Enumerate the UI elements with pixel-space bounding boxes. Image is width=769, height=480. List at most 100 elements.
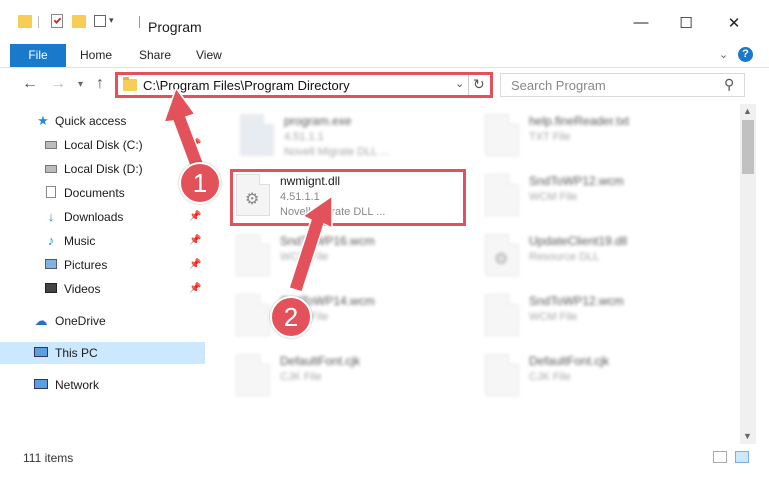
wcm-file-icon (236, 234, 270, 276)
sidebar-item-quick-access[interactable]: ★ Quick access (0, 110, 205, 132)
search-box[interactable]: Search Program ⚲ (500, 73, 745, 97)
sidebar-item-label: This PC (55, 346, 98, 360)
item-count: 111 items (23, 451, 74, 465)
navigation-pane: ★ Quick access Local Disk (C:) 📌 Local D… (0, 104, 205, 444)
file-name: SndToWP12.wcm (529, 294, 624, 308)
maximize-button[interactable]: ☐ (666, 14, 706, 36)
file-item[interactable]: program.exe 4.51.1.1 Novell Migrate DLL … (236, 108, 476, 164)
file-type: WCM File (529, 191, 578, 203)
wcm-file-icon (485, 294, 519, 336)
tiles-view-icon[interactable] (735, 451, 749, 463)
sidebar-item-onedrive[interactable]: ☁ OneDrive (0, 310, 205, 332)
search-icon[interactable]: ⚲ (724, 76, 734, 93)
navigation-bar: ← → ▾ ↑ C:\Program Files\Program Directo… (0, 68, 769, 102)
sidebar-item-label: Quick access (55, 114, 127, 128)
properties-icon[interactable] (51, 13, 65, 29)
file-item[interactable]: SndToWP16.wcm WCM File (232, 228, 472, 284)
file-name: SndToWP12.wcm (529, 174, 624, 188)
minimize-button[interactable]: — (621, 14, 661, 36)
title-bar: ▾ Program — ☐ ✕ (0, 0, 769, 40)
pin-icon[interactable]: 📌 (189, 283, 201, 294)
sidebar-item-this-pc[interactable]: This PC (0, 342, 205, 364)
expand-ribbon-icon[interactable]: ⌄ (719, 48, 728, 61)
file-item[interactable]: help.fineReader.txt TXT File (481, 108, 721, 164)
documents-icon (44, 186, 58, 200)
file-type: TXT File (529, 131, 571, 143)
sidebar-item-documents[interactable]: Documents (0, 182, 205, 204)
sidebar-item-downloads[interactable]: ↓ Downloads 📌 (0, 206, 205, 228)
sidebar-item-label: Local Disk (D:) (64, 162, 143, 176)
step-marker-1: 1 (179, 162, 221, 204)
txt-file-icon (485, 114, 519, 156)
scroll-down-icon[interactable]: ▼ (743, 431, 752, 441)
sidebar-item-label: Downloads (64, 210, 124, 224)
pin-icon[interactable]: 📌 (189, 235, 201, 246)
up-arrow-icon[interactable]: ↑ (96, 75, 104, 93)
file-version: 4.51.1.1 (284, 131, 324, 143)
sidebar-item-label: Pictures (64, 258, 108, 272)
forward-arrow-icon[interactable]: → (50, 75, 66, 93)
qa-divider (38, 16, 39, 28)
file-item[interactable]: SndToWP12.wcm WCM File (481, 168, 721, 224)
help-icon[interactable]: ? (738, 47, 753, 62)
file-type: Resource DLL (529, 251, 600, 263)
cloud-icon: ☁ (34, 313, 48, 328)
sidebar-item-videos[interactable]: Videos 📌 (0, 278, 205, 300)
folder-icon (123, 77, 137, 91)
new-folder-icon[interactable] (72, 13, 86, 29)
file-description: Novell Migrate DLL ... (284, 146, 390, 158)
file-highlight-box (230, 169, 466, 226)
details-view-icon[interactable] (713, 451, 727, 463)
sidebar-item-pictures[interactable]: Pictures 📌 (0, 254, 205, 276)
star-icon: ★ (37, 113, 49, 128)
window-title: Program (148, 19, 202, 35)
file-list: program.exe 4.51.1.1 Novell Migrate DLL … (205, 104, 740, 444)
sidebar-item-music[interactable]: ♪ Music 📌 (0, 230, 205, 252)
pin-icon[interactable]: 📌 (189, 211, 201, 222)
back-arrow-icon[interactable]: ← (22, 75, 38, 93)
sidebar-item-label: Local Disk (C:) (64, 138, 143, 152)
tab-share[interactable]: Share (139, 48, 171, 62)
sidebar-item-local-disk-d[interactable]: Local Disk (D:) (0, 158, 205, 180)
exe-file-icon (240, 114, 274, 156)
search-input[interactable]: Search Program (511, 78, 606, 93)
scrollbar-thumb[interactable] (742, 120, 754, 174)
vertical-scrollbar[interactable]: ▲ ▼ (740, 104, 756, 444)
file-name: DefaultFont.cjk (280, 354, 361, 368)
wcm-file-icon (236, 294, 270, 336)
file-item[interactable]: SndToWP14.wcm WCM File (232, 288, 472, 344)
tab-file[interactable]: File (10, 44, 66, 67)
file-type: WCM File (529, 311, 578, 323)
pin-icon[interactable]: 📌 (189, 259, 201, 270)
file-name: UpdateClient19.dll (529, 234, 628, 248)
drive-icon (44, 138, 58, 152)
customize-toolbar-icon[interactable]: ▾ (94, 13, 116, 29)
tab-view[interactable]: View (196, 48, 222, 62)
file-name: DefaultFont.cjk (529, 354, 610, 368)
pin-icon[interactable]: 📌 (189, 139, 201, 150)
close-button[interactable]: ✕ (714, 14, 754, 36)
file-item[interactable]: SndToWP12.wcm WCM File (481, 288, 721, 344)
sidebar-item-network[interactable]: Network (0, 374, 205, 396)
file-type: CJK File (529, 371, 571, 383)
file-name: SndToWP16.wcm (280, 234, 375, 248)
network-icon (34, 378, 48, 392)
sidebar-item-local-disk-c[interactable]: Local Disk (C:) 📌 (0, 134, 205, 156)
sidebar-item-label: Videos (64, 282, 101, 296)
file-name: program.exe (284, 114, 352, 128)
folder-icon[interactable] (18, 13, 32, 29)
address-path: C:\Program Files\Program Directory (143, 78, 350, 93)
file-item[interactable]: ⚙ UpdateClient19.dll Resource DLL (481, 228, 721, 284)
file-item[interactable]: DefaultFont.cjk CJK File (481, 348, 721, 404)
scroll-up-icon[interactable]: ▲ (743, 106, 752, 116)
recent-locations-icon[interactable]: ▾ (78, 79, 83, 90)
tab-home[interactable]: Home (80, 48, 112, 62)
chevron-down-icon[interactable]: ⌄ (455, 77, 464, 90)
ribbon: File Home Share View ⌄ ? (0, 40, 769, 68)
file-type: CJK File (280, 371, 322, 383)
refresh-icon[interactable]: ↻ (473, 76, 485, 93)
address-bar[interactable]: C:\Program Files\Program Directory ⌄ ↻ (115, 72, 493, 98)
file-item[interactable]: DefaultFont.cjk CJK File (232, 348, 472, 404)
step-marker-2: 2 (270, 296, 312, 338)
computer-icon (34, 346, 48, 360)
